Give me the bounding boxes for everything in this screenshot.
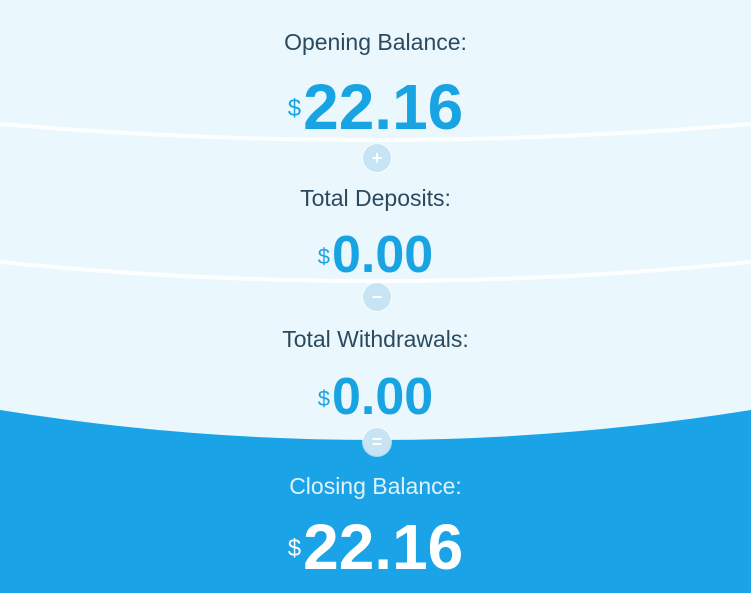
total-withdrawals-amount: $0.00	[0, 368, 751, 426]
currency-symbol: $	[317, 244, 331, 269]
equals-icon: =	[363, 428, 391, 456]
total-deposits-label: Total Deposits:	[300, 185, 451, 211]
plus-icon: +	[363, 144, 391, 172]
balance-summary: Opening Balance: $22.16 + Total Deposits…	[0, 0, 751, 593]
currency-symbol: $	[287, 535, 302, 562]
closing-balance-value: 22.16	[303, 511, 464, 583]
total-withdrawals-label: Total Withdrawals:	[282, 326, 469, 352]
opening-balance-label: Opening Balance:	[284, 29, 467, 55]
closing-balance-label: Closing Balance:	[289, 473, 462, 499]
total-deposits-amount: $0.00	[0, 226, 751, 284]
total-withdrawals-value: 0.00	[332, 368, 434, 426]
opening-balance-amount: $22.16	[0, 72, 751, 142]
currency-symbol: $	[317, 386, 331, 411]
minus-icon: −	[363, 283, 391, 311]
opening-balance-value: 22.16	[303, 71, 464, 143]
currency-symbol: $	[287, 95, 302, 122]
total-deposits-value: 0.00	[332, 226, 434, 284]
closing-balance-amount: $22.16	[0, 512, 751, 582]
